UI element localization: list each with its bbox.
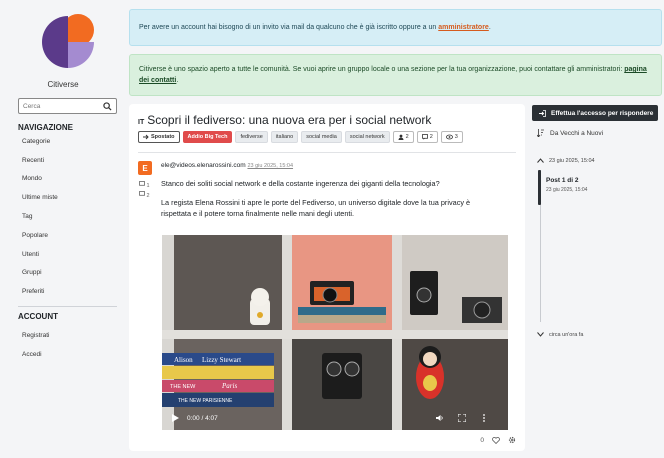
nav-item-popular[interactable]: Popolare xyxy=(22,226,58,245)
navigation-heading: NAVIGAZIONE xyxy=(18,123,73,132)
book-title-the-new-parisienne: THE NEW PARISIENNE xyxy=(178,398,233,404)
user-icon xyxy=(398,134,404,140)
success-alert-end: . xyxy=(176,77,179,84)
account-heading: ACCOUNT xyxy=(18,312,58,321)
nav-item-recent[interactable]: Recenti xyxy=(22,151,58,170)
search-input[interactable] xyxy=(19,100,99,112)
nav-item-register[interactable]: Registrati xyxy=(22,326,49,345)
move-arrow-icon xyxy=(143,134,149,140)
success-alert-text: Citiverse è uno spazio aperto a tutte le… xyxy=(139,66,625,73)
posts-count: 2 xyxy=(429,134,433,140)
admin-link[interactable]: amministratore xyxy=(438,24,489,31)
topic-title-text: Scopri il fediverso: una nuova era per i… xyxy=(147,113,432,127)
account-list: Registrati Accedi xyxy=(22,326,49,364)
navigation-list: Categorie Recenti Mondo Ultime miste Tag… xyxy=(22,132,58,301)
timeline-post-date: 23 giu 2025, 15:04 xyxy=(546,187,588,193)
site-name[interactable]: Citiverse xyxy=(0,80,126,89)
upvote-count-row[interactable]: 2 xyxy=(139,191,150,201)
info-alert-text: Per avere un account hai bisogno di un i… xyxy=(139,24,439,31)
topic-tags: Spostato Addio Big Tech fediverse italia… xyxy=(138,131,463,143)
upvote-count: 2 xyxy=(146,193,150,199)
chevron-down-icon[interactable] xyxy=(537,332,544,337)
nav-item-categories[interactable]: Categorie xyxy=(22,132,58,151)
video-time: 0:00 / 4:07 xyxy=(187,414,218,422)
timeline-handle[interactable] xyxy=(538,170,541,205)
topic-card: IT Scopri il fediverso: una nuova era per… xyxy=(129,104,525,451)
info-alert-end: . xyxy=(488,24,491,31)
tag-social-network[interactable]: social network xyxy=(344,131,390,143)
sidebar-divider xyxy=(18,306,117,307)
book-title-alison: Alison xyxy=(174,356,193,364)
video-frame: Alison Lizzy Stewart THE NEW Paris THE N… xyxy=(162,235,508,430)
views-count: 3 xyxy=(454,134,458,140)
category-tag-addio-big-tech[interactable]: Addio Big Tech xyxy=(182,131,233,143)
login-to-reply-button[interactable]: Effettua l'accesso per rispondere xyxy=(532,105,658,121)
login-to-reply-label: Effettua l'accesso per rispondere xyxy=(551,109,654,117)
sort-selector[interactable]: Da Vecchi a Nuovi xyxy=(537,129,603,137)
more-options-icon[interactable] xyxy=(482,414,486,422)
timeline-end-date[interactable]: circa un'ora fa xyxy=(549,332,583,338)
site-logo[interactable] xyxy=(38,12,98,72)
nav-item-favorites[interactable]: Preferiti xyxy=(22,282,58,301)
post-paragraph-2: La regista Elena Rossini ti apre le port… xyxy=(161,198,471,218)
header-divider xyxy=(138,152,516,153)
reply-icon xyxy=(139,181,145,186)
moved-badge: Spostato xyxy=(138,131,180,143)
sidebar: Citiverse NAVIGAZIONE Categorie Recenti … xyxy=(0,0,126,458)
community-success-alert: Citiverse è uno spazio aperto a tutte le… xyxy=(129,54,662,96)
nav-item-world[interactable]: Mondo xyxy=(22,170,58,189)
eye-icon xyxy=(445,134,453,140)
language-badge: IT xyxy=(138,119,145,126)
reply-count-row[interactable]: 1 xyxy=(139,181,150,191)
tag-social-media[interactable]: social media xyxy=(301,131,342,143)
posters-count-badge: 2 xyxy=(392,131,414,143)
book-title-paris: Paris xyxy=(221,382,237,390)
volume-icon[interactable] xyxy=(435,414,444,422)
comment-icon xyxy=(421,134,428,140)
timeline-start-date[interactable]: 23 giu 2025, 15:04 xyxy=(549,158,595,164)
book-title-lizzy-stewart: Lizzy Stewart xyxy=(202,356,241,364)
post-author[interactable]: ele@videos.elenarossini.com xyxy=(161,162,246,169)
nav-item-latest-mixed[interactable]: Ultime miste xyxy=(22,188,58,207)
book-title-the-new: THE NEW xyxy=(170,384,196,390)
vote-count: 0 xyxy=(480,436,484,444)
nav-item-tags[interactable]: Tag xyxy=(22,207,58,226)
topic-title: IT Scopri il fediverso: una nuova era per… xyxy=(138,113,431,127)
fullscreen-icon[interactable] xyxy=(457,414,466,422)
nav-item-groups[interactable]: Gruppi xyxy=(22,264,58,283)
sort-icon xyxy=(537,129,544,137)
chevron-up-icon[interactable] xyxy=(537,158,544,163)
video-player[interactable]: Alison Lizzy Stewart THE NEW Paris THE N… xyxy=(162,235,508,430)
post-side-stats: 1 2 xyxy=(139,181,150,201)
post-footer: 0 xyxy=(480,436,516,444)
tag-fediverse[interactable]: fediverse xyxy=(235,131,268,143)
nav-item-login[interactable]: Accedi xyxy=(22,345,49,364)
quote-icon xyxy=(139,191,145,196)
invite-info-alert: Per avere un account hai bisogno di un i… xyxy=(129,9,662,46)
tag-italiano[interactable]: italiano xyxy=(270,131,299,143)
sort-label: Da Vecchi a Nuovi xyxy=(550,129,604,137)
play-icon[interactable] xyxy=(172,414,179,422)
timeline-post-index: Post 1 di 2 xyxy=(546,177,579,184)
post-timestamp[interactable]: 23 giu 2025, 15:04 xyxy=(247,163,293,169)
moved-label: Spostato xyxy=(151,134,175,140)
gear-icon[interactable] xyxy=(508,436,516,444)
search-icon[interactable] xyxy=(103,102,112,111)
posts-count-badge: 2 xyxy=(416,131,438,143)
post-meta: ele@videos.elenarossini.com 23 giu 2025,… xyxy=(161,162,293,169)
views-count-badge: 3 xyxy=(440,131,463,143)
heart-icon[interactable] xyxy=(492,436,500,444)
reply-count: 1 xyxy=(146,183,150,189)
avatar[interactable]: E xyxy=(138,161,152,175)
search-box[interactable] xyxy=(18,98,117,114)
login-icon xyxy=(539,109,546,117)
posters-count: 2 xyxy=(405,134,409,140)
video-controls: 0:00 / 4:07 xyxy=(162,406,508,430)
nav-item-users[interactable]: Utenti xyxy=(22,245,58,264)
post-paragraph-1: Stanco dei soliti social network e della… xyxy=(161,179,440,188)
